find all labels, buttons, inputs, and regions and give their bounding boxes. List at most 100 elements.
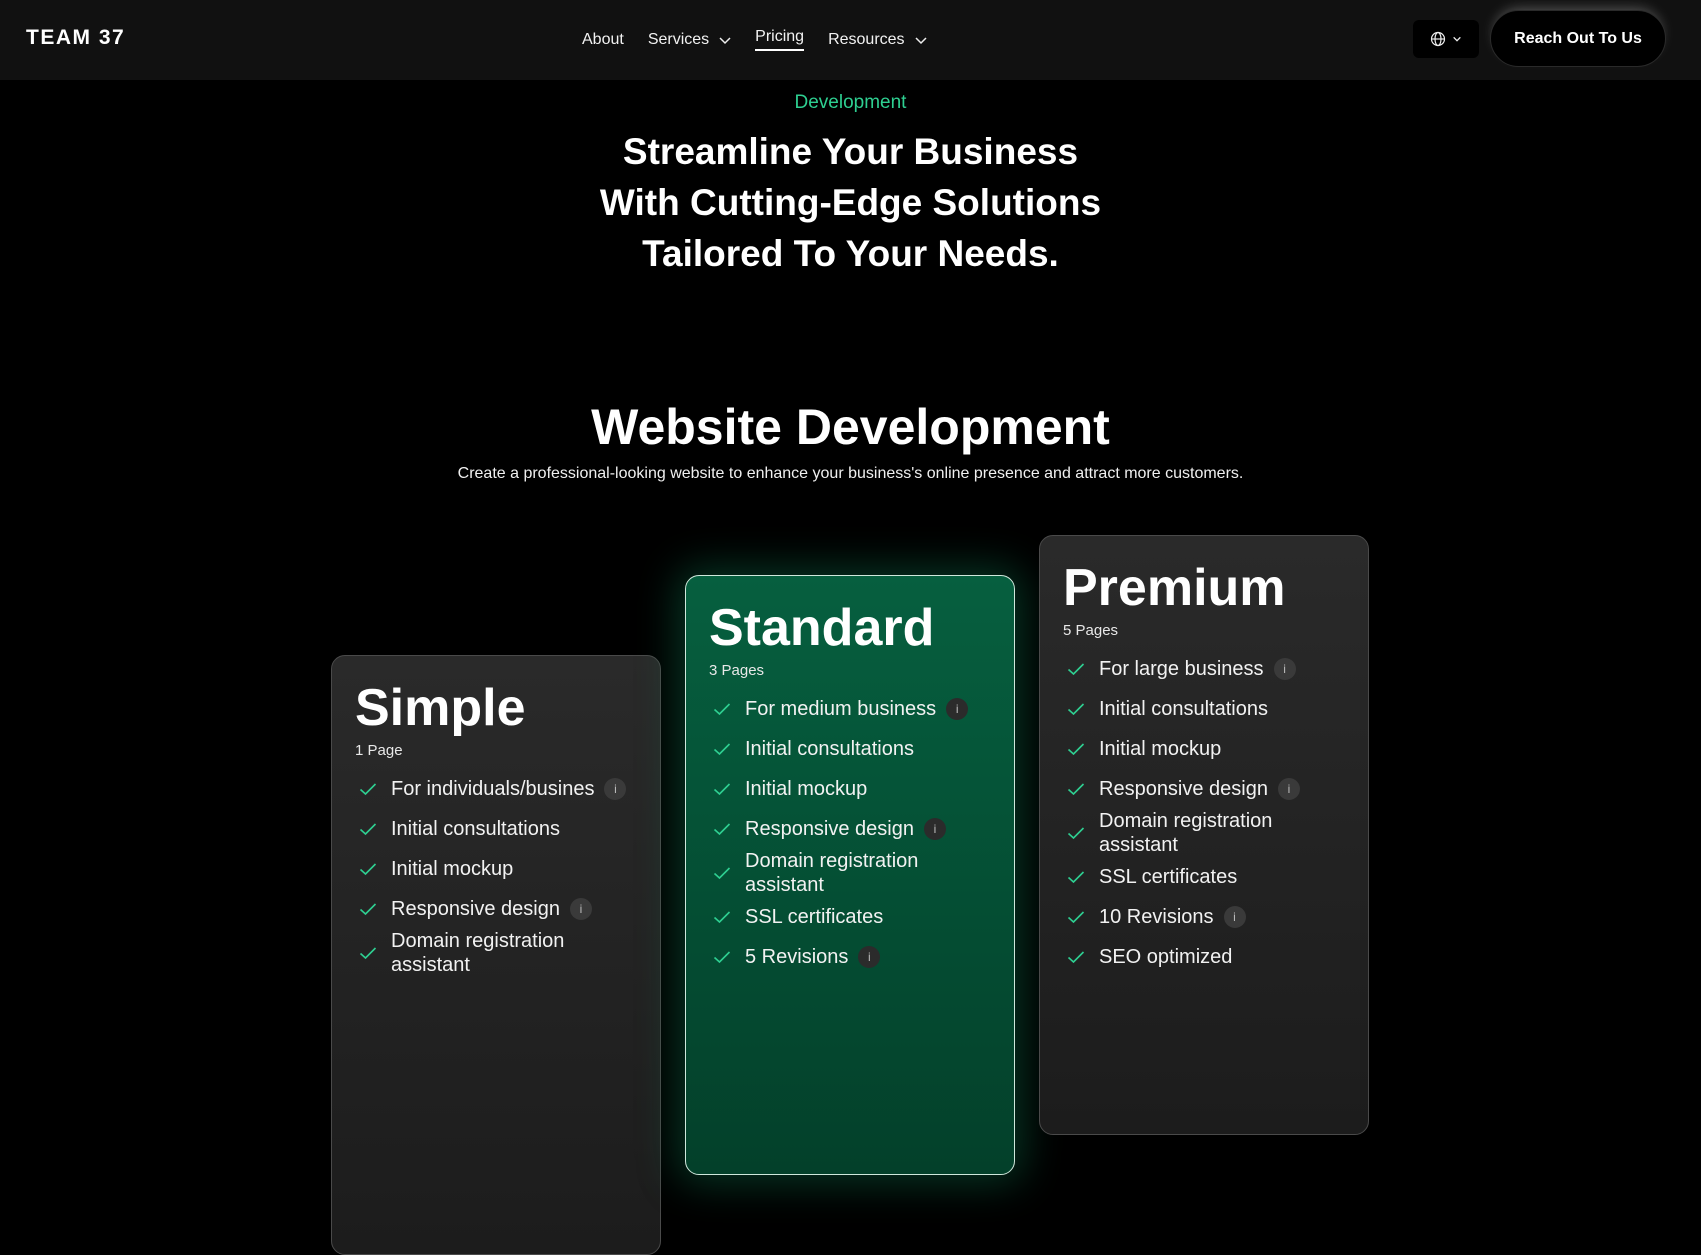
feature-text: Initial mockup — [1099, 738, 1222, 760]
check-icon — [1067, 871, 1085, 884]
plan-card-standard: Standard 3 Pages For medium business i I… — [685, 575, 1015, 1175]
section-title: Website Development — [591, 399, 1110, 455]
feature-item: SEO optimized — [1063, 937, 1346, 977]
hero-title-line: Tailored To Your Needs. — [642, 233, 1059, 274]
hero-title-line: With Cutting-Edge Solutions — [599, 182, 1102, 223]
check-icon — [1067, 743, 1085, 756]
feature-item: Domain registration assistant — [709, 849, 992, 897]
info-icon[interactable]: i — [1278, 778, 1300, 800]
site-header: TEAM 37 About Services Pricing Resources… — [0, 0, 1701, 80]
feature-item: Domain registration assistant — [1063, 809, 1346, 857]
feature-text: Initial mockup — [745, 778, 868, 800]
feature-text: Initial mockup — [391, 858, 514, 880]
feature-item: Responsive design i — [1063, 769, 1346, 809]
feature-item: Initial mockup — [1063, 729, 1346, 769]
info-icon[interactable]: i — [858, 946, 881, 968]
plan-name: Premium — [1063, 559, 1286, 617]
main-nav: About Services Pricing Resources — [582, 28, 927, 51]
feature-text: Initial consultations — [1099, 698, 1268, 720]
feature-item: For individuals/busines i — [355, 769, 638, 809]
info-icon[interactable]: i — [946, 698, 969, 720]
nav-item-services[interactable]: Services — [648, 31, 731, 49]
feature-text: Initial consultations — [391, 818, 560, 840]
plan-card-premium: Premium 5 Pages For large business i Ini… — [1039, 535, 1369, 1135]
plan-pages: 3 Pages — [709, 662, 765, 679]
hero-title-line: Streamline Your Business — [622, 131, 1079, 172]
check-icon — [359, 783, 377, 796]
feature-text: For individuals/busines — [391, 778, 595, 800]
check-icon — [713, 823, 731, 836]
check-icon — [1067, 703, 1085, 716]
feature-text: Responsive design — [1099, 778, 1268, 800]
feature-text: SEO optimized — [1099, 946, 1233, 968]
plan-name: Standard — [709, 599, 935, 657]
reach-out-button[interactable]: Reach Out To Us — [1490, 10, 1666, 67]
info-icon[interactable]: i — [604, 778, 627, 800]
feature-item: For medium business i — [709, 689, 992, 729]
feature-text: For medium business — [745, 698, 937, 720]
feature-text: SSL certificates — [745, 906, 884, 928]
feature-item: SSL certificates — [709, 897, 992, 937]
feature-list: For individuals/busines i Initial consul… — [355, 769, 638, 977]
nav-label: Services — [647, 30, 710, 48]
feature-text: Responsive design — [391, 898, 560, 920]
feature-item: Responsive design i — [709, 809, 992, 849]
check-icon — [713, 783, 731, 796]
feature-item: Responsive design i — [355, 889, 638, 929]
nav-label: About — [582, 30, 624, 48]
feature-item: Initial consultations — [1063, 689, 1346, 729]
feature-text: Domain registration assistant — [745, 850, 919, 896]
check-icon — [713, 743, 731, 756]
feature-text: Initial consultations — [745, 738, 914, 760]
feature-text: SSL certificates — [1099, 866, 1238, 888]
feature-item: 10 Revisions i — [1063, 897, 1346, 937]
nav-item-about[interactable]: About — [582, 31, 624, 49]
globe-icon — [1430, 31, 1446, 47]
check-icon — [713, 911, 731, 924]
chevron-down-icon — [1453, 36, 1461, 42]
chevron-down-icon — [719, 36, 731, 44]
feature-text: For large business — [1099, 658, 1264, 680]
nav-item-pricing[interactable]: Pricing — [755, 28, 805, 51]
section-subtitle: Create a professional-looking website to… — [457, 465, 1244, 482]
logo[interactable]: TEAM 37 — [26, 26, 125, 50]
feature-item: Initial mockup — [355, 849, 638, 889]
check-icon — [359, 903, 377, 916]
nav-label: Pricing — [755, 28, 805, 51]
check-icon — [359, 863, 377, 876]
feature-text: Domain registration assistant — [391, 930, 565, 976]
check-icon — [1067, 783, 1085, 796]
check-icon — [359, 823, 377, 836]
feature-text: 5 Revisions — [745, 946, 849, 968]
feature-item: 5 Revisions i — [709, 937, 992, 977]
check-icon — [1067, 827, 1085, 840]
info-icon[interactable]: i — [570, 898, 592, 920]
feature-text: Responsive design — [745, 818, 914, 840]
feature-item: For large business i — [1063, 649, 1346, 689]
section-eyebrow: Development — [794, 92, 907, 113]
feature-item: Domain registration assistant — [355, 929, 638, 977]
feature-item: Initial consultations — [709, 729, 992, 769]
info-icon[interactable]: i — [924, 818, 946, 840]
feature-list: For medium business i Initial consultati… — [709, 689, 992, 977]
feature-item: Initial consultations — [355, 809, 638, 849]
feature-item: Initial mockup — [709, 769, 992, 809]
chevron-down-icon — [915, 36, 927, 44]
language-selector[interactable] — [1413, 20, 1479, 58]
check-icon — [713, 703, 731, 716]
feature-text: Domain registration assistant — [1099, 810, 1273, 856]
hero-title: Streamline Your Business With Cutting-Ed… — [0, 126, 1701, 279]
feature-list: For large business i Initial consultatio… — [1063, 649, 1346, 977]
check-icon — [1067, 951, 1085, 964]
feature-item: SSL certificates — [1063, 857, 1346, 897]
plan-pages: 1 Page — [355, 742, 403, 759]
check-icon — [1067, 663, 1085, 676]
check-icon — [713, 951, 731, 964]
plan-card-simple: Simple 1 Page For individuals/busines i … — [331, 655, 661, 1255]
check-icon — [713, 867, 731, 880]
nav-item-resources[interactable]: Resources — [828, 31, 927, 49]
info-icon[interactable]: i — [1223, 906, 1246, 928]
info-icon[interactable]: i — [1273, 658, 1296, 680]
plan-name: Simple — [355, 679, 526, 737]
check-icon — [1067, 911, 1085, 924]
